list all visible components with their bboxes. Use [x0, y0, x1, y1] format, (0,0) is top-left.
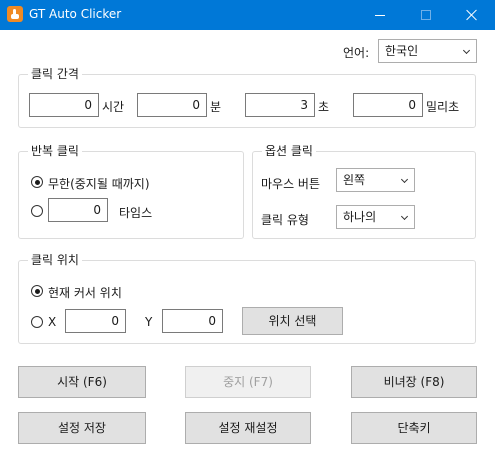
chevron-down-icon — [400, 175, 409, 184]
chevron-down-icon — [462, 46, 471, 55]
x-input[interactable]: 0 — [65, 309, 126, 333]
click-type-label: 클릭 유형 — [261, 213, 309, 227]
minimize-button[interactable] — [357, 0, 403, 30]
language-label: 언어: — [343, 46, 370, 60]
start-button[interactable]: 시작 (F6) — [18, 366, 146, 398]
mouse-button-value: 왼쪽 — [343, 173, 366, 187]
language-value: 한국인 — [385, 44, 419, 58]
pick-location-radio[interactable] — [31, 316, 43, 328]
chevron-down-icon — [400, 212, 409, 221]
click-type-value: 하나의 — [343, 210, 377, 224]
save-settings-button[interactable]: 설정 저장 — [18, 412, 146, 444]
click-options-title: 옵션 클릭 — [262, 144, 316, 158]
current-cursor-label: 현재 커서 위치 — [48, 286, 122, 300]
click-interval-title: 클릭 간격 — [28, 67, 82, 81]
current-cursor-radio[interactable] — [31, 285, 43, 297]
maximize-icon — [421, 10, 431, 20]
repeat-times-label: 타임스 — [119, 206, 153, 220]
reset-settings-button[interactable]: 설정 재설정 — [185, 412, 311, 444]
hand-pointer-icon — [7, 6, 23, 22]
mouse-button-select[interactable]: 왼쪽 — [336, 168, 415, 192]
window-title: GT Auto Clicker — [29, 7, 122, 21]
title-bar: GT Auto Clicker — [0, 0, 495, 30]
repeat-until-stopped-label: 무한(중지될 때까지) — [48, 177, 150, 191]
minimize-icon — [375, 14, 385, 16]
language-select[interactable]: 한국인 — [378, 39, 477, 63]
hours-input[interactable]: 0 — [29, 93, 99, 117]
repeat-times-radio[interactable] — [31, 205, 43, 217]
mouse-button-label: 마우스 버튼 — [261, 177, 321, 191]
seconds-input[interactable]: 3 — [245, 93, 315, 117]
hours-label: 시간 — [102, 100, 125, 114]
y-input[interactable]: 0 — [162, 309, 223, 333]
x-label: X — [48, 315, 57, 329]
y-label: Y — [145, 315, 153, 329]
milliseconds-label: 밀리초 — [426, 100, 460, 114]
close-button[interactable] — [449, 0, 495, 30]
milliseconds-input[interactable]: 0 — [353, 93, 423, 117]
maximize-button — [403, 0, 449, 30]
repeat-times-input[interactable]: 0 — [48, 198, 108, 222]
repeat-click-title: 반복 클릭 — [28, 144, 82, 158]
repeat-until-stopped-radio[interactable] — [31, 176, 43, 188]
stop-button: 중지 (F7) — [185, 366, 311, 398]
click-type-select[interactable]: 하나의 — [336, 205, 415, 229]
repeat-click-group: 반복 클릭 — [18, 144, 244, 239]
minutes-input[interactable]: 0 — [137, 93, 207, 117]
shortcuts-button[interactable]: 단축키 — [351, 412, 477, 444]
minutes-label: 분 — [210, 100, 222, 114]
pick-location-button[interactable]: 위치 선택 — [242, 307, 343, 335]
close-icon — [466, 9, 478, 21]
click-position-title: 클릭 위치 — [28, 253, 82, 267]
hide-button[interactable]: 비녀장 (F8) — [351, 366, 477, 398]
seconds-label: 초 — [318, 100, 330, 114]
